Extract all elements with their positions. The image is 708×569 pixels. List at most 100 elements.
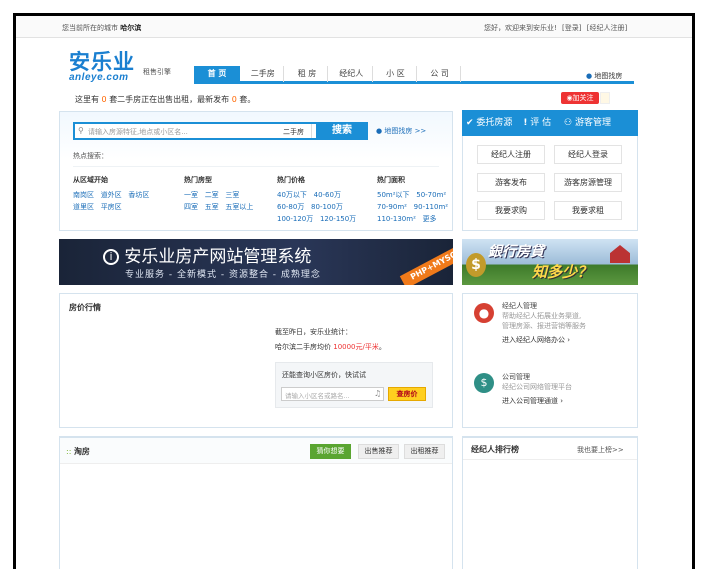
nav-map-label: 地图找房 — [594, 72, 623, 80]
price-link[interactable]: 40万以下 — [277, 191, 307, 199]
ad-line-1: 銀行房貸 — [488, 244, 544, 260]
main-nav: 首 页 二手房 租 房 经纪人 小 区 公 司 — [194, 66, 634, 84]
agent-rank-panel: 经纪人排行榜 我也要上榜>> — [462, 436, 638, 569]
area-link[interactable]: 南岗区 — [73, 191, 94, 199]
service-tabs: ✔ 委托房源 ! 评 估 ⚇ 游客管理 — [462, 110, 638, 136]
agent-register-link[interactable]: [经纪人注册] — [587, 24, 627, 32]
banner-title-row: i 安乐业房产网站管理系统 — [103, 242, 311, 267]
city-prefix: 您当前所在的城市 — [62, 24, 118, 32]
search-type-select[interactable]: 二手房 — [283, 127, 304, 137]
company-icon: $ — [474, 373, 494, 393]
agent-rank-title: 经纪人排行榜 — [471, 445, 519, 454]
search-map-label: 地图找房 >> — [384, 127, 427, 135]
tab-guest-label: 游客管理 — [575, 118, 612, 128]
guest-publish-button[interactable]: 游客发布 — [477, 173, 545, 192]
price-query-label: 还能查询小区房价，快试试 — [282, 371, 366, 379]
price-link[interactable]: 60-80万 — [277, 203, 304, 211]
dollar-icon: $ — [466, 253, 486, 277]
type-link[interactable]: 二室 — [205, 191, 219, 199]
dots-icon: :: — [66, 447, 72, 456]
login-link[interactable]: [登录] — [562, 24, 581, 32]
search-panel: ⚲ 请输入房源特征,地点或小区名... 二手房 搜索 ● 地图找房 >> 热点搜… — [59, 111, 453, 231]
nav-company[interactable]: 公 司 — [419, 66, 462, 82]
nav-secondhand[interactable]: 二手房 — [242, 66, 285, 82]
size-link[interactable]: 50-70m² — [416, 191, 446, 199]
size-link[interactable]: 50m²以下 — [377, 191, 410, 199]
tab-estimate[interactable]: ! 评 估 — [523, 118, 551, 128]
tab-sale-recommend[interactable]: 出售推荐 — [358, 444, 399, 459]
size-link[interactable]: 90-110m² — [414, 203, 448, 211]
agent-company-panel: ● 经纪人管理 帮助经纪人拓展业务渠道, 管理房源、报进营销等服务 进入经纪人网… — [462, 293, 638, 428]
type-link[interactable]: 一室 — [184, 191, 198, 199]
area-link[interactable]: 道里区 — [73, 203, 94, 211]
agent-register-button[interactable]: 经纪人注册 — [477, 145, 545, 164]
price-trend-panel: 房价行情 截至昨日，安乐业统计： 哈尔滨二手房均价 10000元/平米。 还能查… — [59, 293, 453, 428]
guest-listings-button[interactable]: 游客房源管理 — [554, 173, 622, 192]
hot-types: 热门房型 一室 二室 三室 四室 五室 五室以上 — [184, 175, 280, 213]
type-link[interactable]: 五室 — [205, 203, 219, 211]
ad-line-2: 知多少？ — [532, 263, 593, 281]
type-link[interactable]: 三室 — [225, 191, 239, 199]
hot-sizes: 热门面积 50m²以下 50-70m² 70-90m² 90-110m² 110… — [377, 175, 453, 225]
follow-label: 加关注 — [572, 94, 594, 102]
site-logo[interactable]: 安乐业 anleye.com — [69, 51, 135, 83]
price-link[interactable]: 100-120万 — [277, 215, 313, 223]
tab-entrust[interactable]: ✔ 委托房源 — [466, 118, 512, 128]
agent-mgmt-block: 经纪人管理 帮助经纪人拓展业务渠道, 管理房源、报进营销等服务 进入经纪人网络办… — [502, 301, 586, 345]
city-name[interactable]: 哈尔滨 — [120, 24, 141, 32]
company-mgmt-block: 公司管理 经纪公司网络管理平台 进入公司管理通道 › — [502, 372, 572, 406]
agent-office-link[interactable]: 进入经纪人网络办公 › — [502, 335, 586, 345]
size-link[interactable]: 110-130m² — [377, 215, 416, 223]
tab-rent-recommend[interactable]: 出租推荐 — [404, 444, 445, 459]
area-link[interactable]: 平房区 — [101, 203, 122, 211]
company-mgmt-label: 进入公司管理通道 — [502, 397, 558, 405]
price-link[interactable]: 80-100万 — [311, 203, 343, 211]
nav-rent[interactable]: 租 房 — [286, 66, 329, 82]
price-link[interactable]: 40-60万 — [314, 191, 341, 199]
info-icon: i — [103, 249, 119, 265]
check-price-button[interactable]: 查房价 — [388, 387, 426, 401]
price-trend-header — [60, 294, 452, 316]
search-button[interactable]: 搜索 — [316, 122, 368, 140]
tab-entrust-label: 委托房源 — [476, 118, 513, 128]
nav-agent[interactable]: 经纪人 — [331, 66, 373, 82]
logo-cn: 安乐业 — [69, 51, 135, 74]
avg-price-suffix: 。 — [378, 343, 386, 351]
area-link[interactable]: 香坊区 — [128, 191, 149, 199]
agent-icon: ● — [474, 303, 494, 323]
stats-text-1: 这里有 — [75, 95, 99, 104]
nav-map-link[interactable]: ● 地图找房 — [586, 71, 622, 81]
join-rank-link[interactable]: 我也要上榜>> — [577, 445, 624, 455]
nav-home[interactable]: 首 页 — [194, 66, 240, 82]
follow-button[interactable]: ◉加关注 — [561, 92, 599, 104]
size-link[interactable]: 更多 — [423, 215, 437, 223]
want-buy-button[interactable]: 我要求购 — [477, 201, 545, 220]
search-map-link[interactable]: ● 地图找房 >> — [376, 126, 426, 136]
type-link[interactable]: 五室以上 — [225, 203, 253, 211]
price-link[interactable]: 120-150万 — [320, 215, 356, 223]
community-search-placeholder: 请输入小区名或路名... — [285, 392, 350, 400]
location-pin-icon: ● — [376, 127, 383, 135]
agent-login-button[interactable]: 经纪人登录 — [554, 145, 622, 164]
type-link[interactable]: 四室 — [184, 203, 198, 211]
taofang-title: 淘房 — [73, 447, 90, 456]
promo-banner[interactable]: i 安乐业房产网站管理系统 专业服务 - 全新模式 - 资源整合 - 成熟理念 … — [59, 239, 453, 285]
price-title: 热门价格 — [277, 176, 305, 184]
follow-extra-icon[interactable] — [600, 92, 610, 104]
nav-community[interactable]: 小 区 — [375, 66, 417, 82]
search-input[interactable]: 请输入房源特征,地点或小区名... — [88, 127, 188, 137]
want-rent-button[interactable]: 我要求租 — [554, 201, 622, 220]
tab-guest[interactable]: ⚇ 游客管理 — [564, 118, 611, 128]
tab-guess[interactable]: 猜你想要 — [310, 444, 351, 459]
size-link[interactable]: 70-90m² — [377, 203, 407, 211]
loan-ad[interactable]: $ 銀行房貸 知多少？ — [462, 239, 638, 285]
company-mgmt-title: 公司管理 — [502, 373, 530, 381]
company-mgmt-desc: 经纪公司网络管理平台 — [502, 383, 572, 391]
price-trend-title: 房价行情 — [69, 303, 101, 312]
current-city: 您当前所在的城市 哈尔滨 — [62, 23, 141, 33]
community-search-field[interactable]: 请输入小区名或路名... ♫ — [281, 387, 384, 401]
company-mgmt-link[interactable]: 进入公司管理通道 › — [502, 396, 572, 406]
area-link[interactable]: 道外区 — [101, 191, 122, 199]
hot-search-label: 热点搜索： — [73, 152, 108, 160]
size-title: 热门面积 — [377, 176, 405, 184]
